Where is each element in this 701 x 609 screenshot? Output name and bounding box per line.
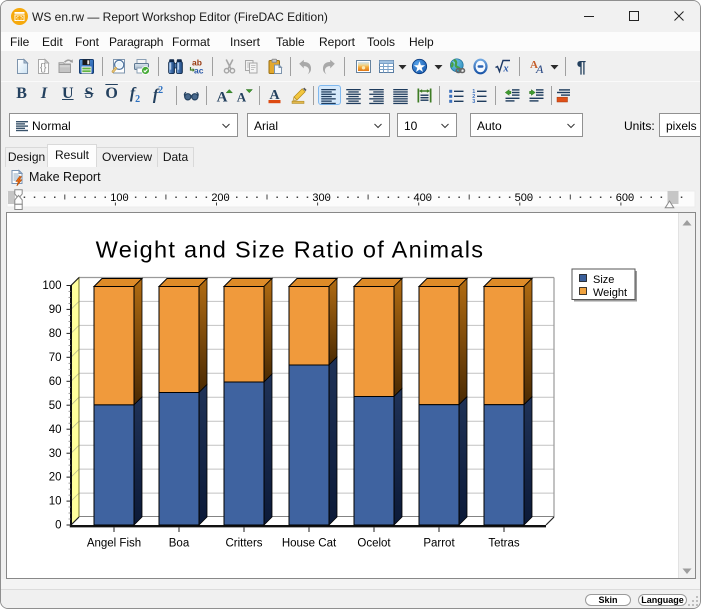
svg-text:ac: ac	[194, 66, 204, 76]
svg-text:50: 50	[49, 400, 62, 412]
svg-text:400: 400	[414, 192, 432, 204]
svg-text:500: 500	[515, 192, 533, 204]
svg-text:40: 40	[49, 424, 62, 436]
svg-text:Angel Fish: Angel Fish	[87, 537, 141, 549]
svg-text:600: 600	[616, 192, 634, 204]
svg-text:60: 60	[49, 376, 62, 388]
svg-text:10: 10	[49, 496, 62, 508]
svg-text:Tetras: Tetras	[488, 537, 520, 549]
svg-text:A: A	[237, 90, 247, 105]
svg-text:A: A	[216, 90, 227, 105]
svg-text:100: 100	[42, 280, 61, 292]
svg-text:200: 200	[211, 192, 229, 204]
svg-text:20: 20	[49, 472, 62, 484]
svg-text:Ocelot: Ocelot	[357, 537, 391, 549]
svg-text:300: 300	[312, 192, 330, 204]
svg-text:80: 80	[49, 328, 62, 340]
svg-text:3: 3	[472, 99, 475, 104]
svg-text:A: A	[535, 62, 544, 75]
svg-text:90: 90	[49, 304, 62, 316]
svg-text:Critters: Critters	[225, 537, 262, 549]
svg-text:70: 70	[49, 352, 62, 364]
svg-text:{}: {}	[40, 63, 47, 74]
svg-text:100: 100	[110, 192, 128, 204]
svg-text:0: 0	[55, 520, 61, 532]
svg-text:¶: ¶	[576, 58, 585, 75]
svg-text:Weight and Size Ratio of Anima: Weight and Size Ratio of Animals	[96, 237, 485, 263]
svg-text:Parrot: Parrot	[423, 537, 455, 549]
svg-text:Size: Size	[593, 274, 614, 286]
svg-text:Weight: Weight	[593, 287, 627, 299]
svg-text:Boa: Boa	[169, 537, 190, 549]
svg-text:House Cat: House Cat	[282, 537, 337, 549]
svg-text:x: x	[502, 64, 508, 75]
svg-text:30: 30	[49, 448, 62, 460]
